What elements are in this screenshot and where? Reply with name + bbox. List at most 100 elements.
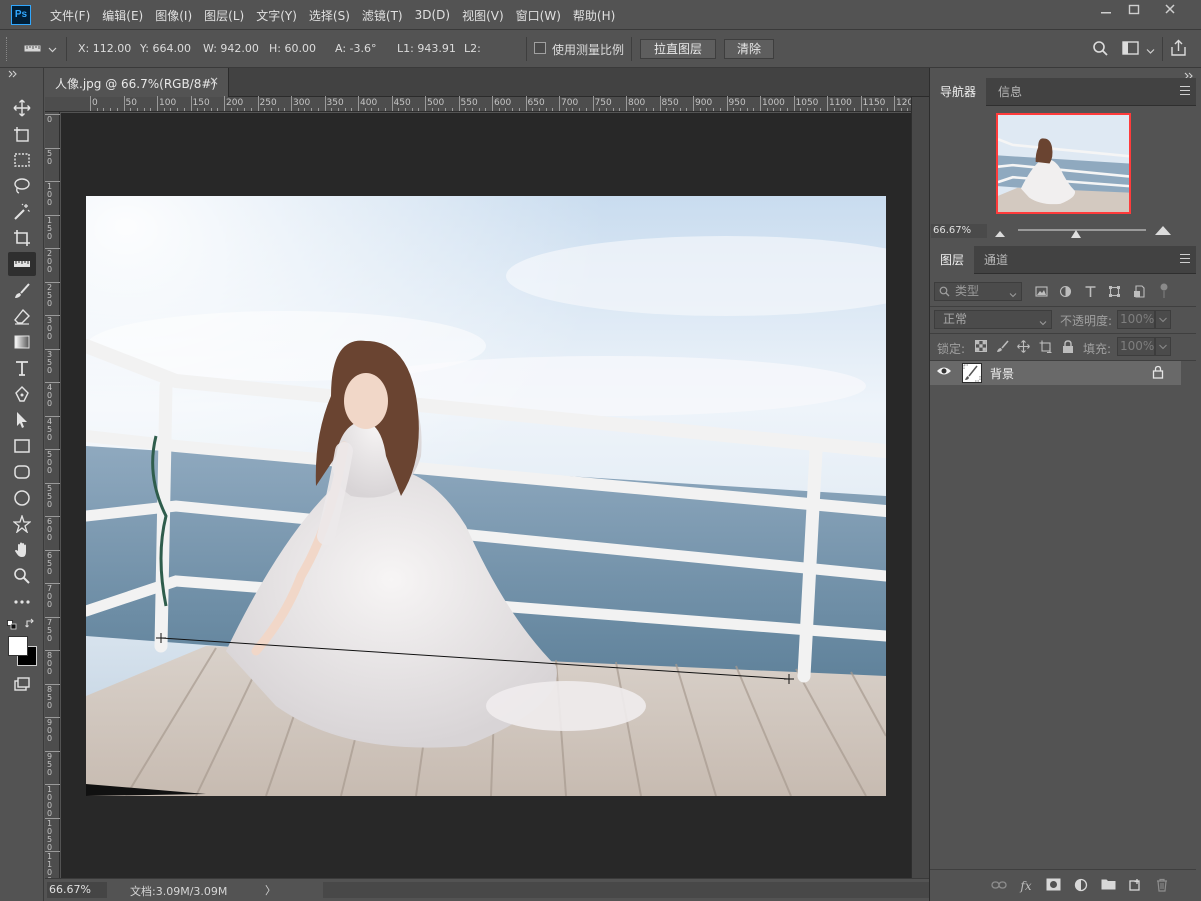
- default-colors-icon[interactable]: [7, 619, 17, 633]
- new-adjustment-layer-icon[interactable]: [1073, 878, 1089, 894]
- workspace-dropdown-icon[interactable]: [1146, 45, 1155, 59]
- horizontal-ruler[interactable]: 0 50 100 150 200 250 300 350 400 450 500 550 600 650 7…: [45, 96, 922, 112]
- navigator-zoom-slider-knob[interactable]: [1071, 230, 1081, 238]
- zoom-out-icon[interactable]: [995, 226, 1005, 240]
- tab-navigator[interactable]: 导航器: [930, 78, 987, 106]
- ruler-minor-tick: [806, 108, 808, 111]
- filter-toggle-icon[interactable]: [1159, 283, 1169, 302]
- more-tools-icon[interactable]: [8, 590, 36, 614]
- new-group-folder-icon[interactable]: [1100, 878, 1116, 894]
- filter-adjustment-layer-icon[interactable]: [1059, 285, 1072, 301]
- menu-edit[interactable]: 编辑(E): [96, 7, 149, 24]
- lock-artboard-icon[interactable]: [1039, 340, 1052, 354]
- straighten-layer-button[interactable]: 拉直图层: [640, 39, 716, 59]
- navigator-panel-menu-icon[interactable]: [1180, 86, 1190, 96]
- fill-field[interactable]: 100%: [1117, 337, 1155, 356]
- screen-mode-icon[interactable]: [8, 672, 36, 696]
- document-image[interactable]: [86, 196, 886, 796]
- lock-position-icon[interactable]: [1017, 340, 1030, 353]
- foreground-color-swatch[interactable]: [8, 636, 28, 656]
- layers-panel-menu-icon[interactable]: [1180, 254, 1190, 264]
- maximize-icon[interactable]: [1120, 2, 1148, 20]
- lasso-tool-icon[interactable]: [8, 174, 36, 198]
- status-menu-arrow[interactable]: 〉: [265, 882, 276, 898]
- brush-tool-icon[interactable]: [8, 279, 36, 303]
- minimize-icon[interactable]: [1092, 2, 1120, 20]
- artboard-tool-icon[interactable]: [8, 122, 36, 146]
- lock-all-icon[interactable]: [1061, 340, 1074, 353]
- ruler-minor-tick: [230, 108, 232, 111]
- lock-transparent-pixels-icon[interactable]: [974, 340, 987, 353]
- gradient-tool-icon[interactable]: [8, 330, 36, 354]
- opacity-dropdown-button[interactable]: [1155, 310, 1171, 329]
- preset-dropdown-icon[interactable]: [48, 43, 57, 57]
- document-tab[interactable]: 人像.jpg @ 66.7%(RGB/8#) ×: [45, 68, 229, 97]
- navigator-thumbnail[interactable]: [996, 113, 1131, 214]
- filter-type-layer-icon[interactable]: [1084, 285, 1097, 301]
- crop-tool-icon[interactable]: [8, 226, 36, 250]
- close-window-icon[interactable]: [1156, 2, 1184, 20]
- layer-style-fx-icon[interactable]: fx: [1018, 878, 1034, 894]
- menu-window[interactable]: 窗口(W): [510, 7, 567, 24]
- delete-layer-trash-icon[interactable]: [1154, 878, 1170, 894]
- close-document-icon[interactable]: ×: [209, 74, 219, 88]
- ellipse-tool-icon[interactable]: [8, 486, 36, 510]
- workspace-icon[interactable]: [1122, 41, 1139, 59]
- ruler-minor-tick: [599, 108, 601, 111]
- zoom-in-icon[interactable]: [1155, 224, 1171, 238]
- filter-pixel-layer-icon[interactable]: [1035, 285, 1048, 301]
- menu-file[interactable]: 文件(F): [44, 7, 96, 24]
- layer-visibility-eye-icon[interactable]: [936, 365, 954, 381]
- custom-shape-tool-icon[interactable]: [8, 512, 36, 536]
- layer-row[interactable]: 背景: [930, 361, 1181, 385]
- link-layers-icon[interactable]: [991, 878, 1007, 894]
- vertical-ruler[interactable]: 0 50 100 150 200 250 300 350 400 450 500 550 600 650 7…: [45, 112, 60, 885]
- menu-select[interactable]: 选择(S): [303, 7, 356, 24]
- add-layer-mask-icon[interactable]: [1045, 878, 1061, 894]
- swap-colors-icon[interactable]: [25, 618, 36, 632]
- filter-shape-layer-icon[interactable]: [1108, 285, 1121, 301]
- rounded-rectangle-tool-icon[interactable]: [8, 460, 36, 484]
- marquee-tool-icon[interactable]: [8, 148, 36, 172]
- menu-image[interactable]: 图像(I): [149, 7, 198, 24]
- magic-wand-tool-icon[interactable]: [8, 200, 36, 224]
- zoom-tool-icon[interactable]: [8, 564, 36, 588]
- navigator-zoom-field[interactable]: 66.67%: [931, 224, 987, 238]
- menu-type[interactable]: 文字(Y): [250, 7, 303, 24]
- horizontal-scrollbar[interactable]: [323, 882, 929, 898]
- fill-dropdown-button[interactable]: [1155, 337, 1171, 356]
- measure-y: Y: 664.00: [140, 42, 191, 55]
- menu-filter[interactable]: 滤镜(T): [356, 7, 409, 24]
- menu-3d[interactable]: 3D(D): [409, 8, 456, 22]
- clear-button[interactable]: 清除: [724, 39, 774, 59]
- new-layer-icon[interactable]: [1127, 878, 1143, 894]
- menu-view[interactable]: 视图(V): [456, 7, 510, 24]
- menu-help[interactable]: 帮助(H): [567, 7, 621, 24]
- pen-tool-icon[interactable]: [8, 382, 36, 406]
- menu-layer[interactable]: 图层(L): [198, 7, 250, 24]
- rectangle-tool-icon[interactable]: [8, 434, 36, 458]
- eraser-tool-icon[interactable]: [8, 305, 36, 329]
- blend-mode-dropdown[interactable]: 正常: [934, 310, 1052, 329]
- type-tool-icon[interactable]: [8, 356, 36, 380]
- lock-image-pixels-icon[interactable]: [996, 340, 1009, 353]
- tab-layers[interactable]: 图层: [930, 246, 975, 274]
- ruler-major-tick: [257, 96, 259, 111]
- collapse-toolbar-icon[interactable]: [8, 70, 18, 81]
- tab-channels[interactable]: 通道: [974, 246, 1018, 274]
- vertical-scrollbar[interactable]: [911, 97, 929, 878]
- filter-smart-object-icon[interactable]: [1133, 285, 1146, 301]
- ruler-tool-icon[interactable]: [8, 252, 36, 276]
- options-grip[interactable]: [6, 37, 8, 61]
- use-measurement-scale-checkbox[interactable]: [534, 42, 546, 54]
- hand-tool-icon[interactable]: [8, 538, 36, 562]
- ruler-tool-preset-icon[interactable]: [24, 43, 44, 57]
- search-icon[interactable]: [1092, 40, 1109, 60]
- opacity-field[interactable]: 100%: [1117, 310, 1155, 329]
- path-selection-tool-icon[interactable]: [8, 408, 36, 432]
- status-zoom-field[interactable]: 66.67%: [47, 882, 107, 898]
- navigator-zoom-slider[interactable]: [1018, 229, 1146, 231]
- share-icon[interactable]: [1170, 39, 1187, 60]
- move-tool-icon[interactable]: [8, 96, 36, 120]
- tab-info[interactable]: 信息: [988, 78, 1032, 106]
